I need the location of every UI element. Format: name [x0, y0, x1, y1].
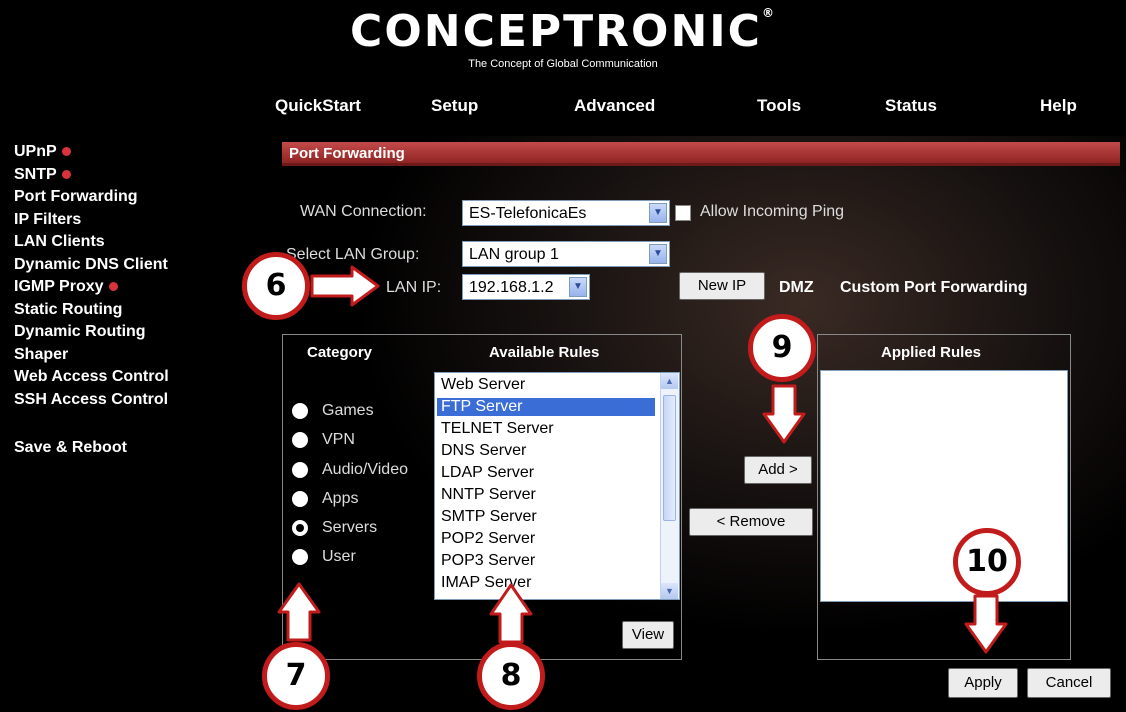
- annotation-arrows: [277, 265, 1008, 654]
- arrow-right-icon: [310, 265, 380, 307]
- arrow-down-icon: [762, 384, 806, 444]
- callout-8: 8: [477, 642, 545, 710]
- arrow-down-icon: [964, 594, 1008, 654]
- callout-7: 7: [262, 642, 330, 710]
- callout-9: 9: [748, 314, 816, 382]
- arrow-up-icon: [489, 583, 533, 644]
- callout-10: 10: [953, 528, 1021, 596]
- callout-6: 6: [242, 252, 310, 320]
- arrow-up-icon: [277, 582, 321, 642]
